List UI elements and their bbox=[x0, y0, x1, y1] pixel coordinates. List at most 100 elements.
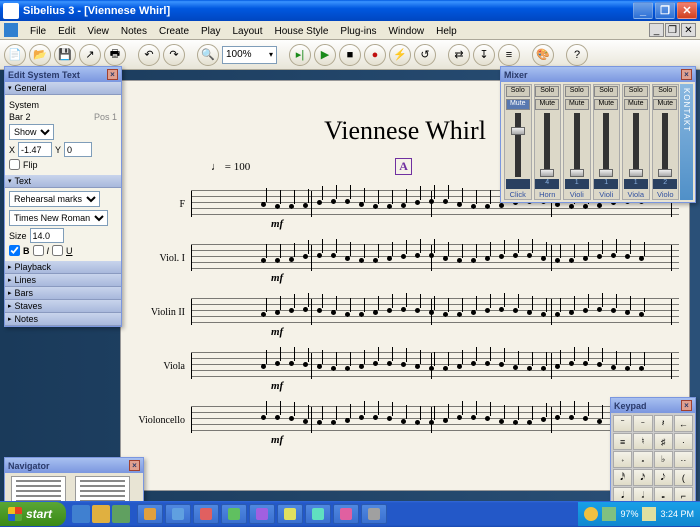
new-button[interactable]: 📄 bbox=[4, 44, 26, 66]
section-bars[interactable]: Bars bbox=[5, 287, 121, 300]
zoom-combo[interactable]: 100% bbox=[222, 46, 277, 64]
open-button[interactable]: 📂 bbox=[29, 44, 51, 66]
solo-button[interactable]: Solo bbox=[565, 86, 589, 97]
save-button[interactable]: 💾 bbox=[54, 44, 76, 66]
section-playback[interactable]: Playback bbox=[5, 261, 121, 274]
fader-track[interactable] bbox=[662, 113, 668, 177]
italic-checkbox[interactable] bbox=[33, 245, 44, 256]
mixer-close-button[interactable]: × bbox=[681, 69, 692, 80]
keypad-button[interactable]: 𝅘𝅥𝅰 bbox=[613, 469, 632, 486]
start-button[interactable]: start bbox=[0, 502, 66, 526]
menu-notes[interactable]: Notes bbox=[115, 24, 153, 39]
keypad-button[interactable]: 𝅗 bbox=[633, 451, 652, 468]
fader-track[interactable] bbox=[633, 113, 639, 177]
keypad-button[interactable]: 𝄽 bbox=[654, 415, 673, 432]
record-button[interactable]: ● bbox=[364, 44, 386, 66]
mute-button[interactable]: Mute bbox=[653, 99, 677, 110]
menu-view[interactable]: View bbox=[81, 24, 115, 39]
color-button[interactable]: 🎨 bbox=[532, 44, 554, 66]
mute-button[interactable]: Mute bbox=[535, 99, 559, 110]
play-button[interactable]: ▶ bbox=[314, 44, 336, 66]
keypad-button[interactable]: ♮ bbox=[633, 433, 652, 450]
menu-help[interactable]: Help bbox=[430, 24, 463, 39]
mute-button[interactable]: Mute bbox=[565, 99, 589, 110]
staff-lines[interactable]: mf bbox=[191, 404, 679, 436]
staff-lines[interactable]: mf bbox=[191, 350, 679, 382]
taskbar-item[interactable] bbox=[221, 504, 247, 524]
fader-thumb[interactable] bbox=[540, 169, 554, 177]
rehearsal-mark[interactable]: A bbox=[395, 158, 412, 175]
section-general[interactable]: General bbox=[5, 82, 121, 95]
solo-button[interactable]: Solo bbox=[653, 86, 677, 97]
taskbar-item[interactable] bbox=[165, 504, 191, 524]
show-select[interactable]: Show bbox=[9, 124, 54, 140]
menu-play[interactable]: Play bbox=[195, 24, 226, 39]
close-button[interactable]: ✕ bbox=[677, 2, 697, 19]
mute-button[interactable]: Mute bbox=[506, 99, 530, 110]
staff-lines[interactable]: mf bbox=[191, 296, 679, 328]
fader-thumb[interactable] bbox=[511, 127, 525, 135]
mixer-header[interactable]: Mixer × bbox=[501, 67, 695, 82]
staff-lines[interactable]: mf bbox=[191, 242, 679, 274]
taskbar-item[interactable] bbox=[305, 504, 331, 524]
menu-plug-ins[interactable]: Plug-ins bbox=[334, 24, 382, 39]
keypad-button[interactable]: 𝄻 bbox=[613, 415, 632, 432]
print-button[interactable]: 🖶 bbox=[104, 44, 126, 66]
fader-track[interactable] bbox=[544, 113, 550, 177]
keypad-button[interactable]: 𝅘𝅥𝅮 bbox=[654, 469, 673, 486]
keypad-button[interactable]: 𝄼 bbox=[633, 415, 652, 432]
fader-thumb[interactable] bbox=[599, 169, 613, 177]
y-input[interactable] bbox=[64, 142, 92, 157]
fader-thumb[interactable] bbox=[658, 169, 672, 177]
section-text[interactable]: Text bbox=[5, 175, 121, 188]
navigator-header[interactable]: Navigator × bbox=[5, 458, 143, 473]
quick-launch-desktop-icon[interactable] bbox=[112, 505, 130, 523]
size-input[interactable] bbox=[30, 228, 64, 243]
edit-panel-close-button[interactable]: × bbox=[107, 69, 118, 80]
taskbar-item[interactable] bbox=[193, 504, 219, 524]
quick-launch-mail-icon[interactable] bbox=[92, 505, 110, 523]
section-staves[interactable]: Staves bbox=[5, 300, 121, 313]
marker-button[interactable]: ↧ bbox=[473, 44, 495, 66]
export-button[interactable]: ↗ bbox=[79, 44, 101, 66]
taskbar-item[interactable] bbox=[333, 504, 359, 524]
fader-thumb[interactable] bbox=[570, 169, 584, 177]
doc-close-button[interactable]: ✕ bbox=[681, 23, 696, 37]
doc-minimize-button[interactable]: _ bbox=[649, 23, 664, 37]
solo-button[interactable]: Solo bbox=[624, 86, 648, 97]
rewind-button[interactable]: ↺ bbox=[414, 44, 436, 66]
fader-thumb[interactable] bbox=[629, 169, 643, 177]
solo-button[interactable]: Solo bbox=[506, 86, 530, 97]
font-select[interactable]: Times New Roman bbox=[9, 210, 108, 226]
link-button[interactable]: ⇄ bbox=[448, 44, 470, 66]
menu-window[interactable]: Window bbox=[383, 24, 431, 39]
tray-icon[interactable] bbox=[602, 507, 616, 521]
zoom-tool-button[interactable]: 🔍 bbox=[197, 44, 219, 66]
mute-button[interactable]: Mute bbox=[594, 99, 618, 110]
help-button[interactable]: ? bbox=[566, 44, 588, 66]
bold-checkbox[interactable] bbox=[9, 245, 20, 256]
flexi-button[interactable]: ⚡ bbox=[389, 44, 411, 66]
menu-house-style[interactable]: House Style bbox=[268, 24, 334, 39]
section-notes[interactable]: Notes bbox=[5, 313, 121, 326]
redo-button[interactable]: ↷ bbox=[163, 44, 185, 66]
undo-button[interactable]: ↶ bbox=[138, 44, 160, 66]
taskbar-item[interactable] bbox=[361, 504, 387, 524]
quick-launch-ie-icon[interactable] bbox=[72, 505, 90, 523]
taskbar-item[interactable] bbox=[249, 504, 275, 524]
nav-button[interactable]: ≡ bbox=[498, 44, 520, 66]
menu-create[interactable]: Create bbox=[153, 24, 195, 39]
navigator-close-button[interactable]: × bbox=[129, 460, 140, 471]
keypad-button[interactable]: 𝅘𝅥𝅯 bbox=[633, 469, 652, 486]
keypad-button[interactable]: ♯ bbox=[654, 433, 673, 450]
stop-button[interactable]: ■ bbox=[339, 44, 361, 66]
flip-checkbox[interactable] bbox=[9, 159, 20, 170]
fader-track[interactable] bbox=[574, 113, 580, 177]
section-lines[interactable]: Lines bbox=[5, 274, 121, 287]
fader-track[interactable] bbox=[515, 113, 521, 177]
mute-button[interactable]: Mute bbox=[624, 99, 648, 110]
text-style-select[interactable]: Rehearsal marks bbox=[9, 191, 100, 207]
keypad-button[interactable]: ← bbox=[674, 415, 693, 432]
keypad-button[interactable]: ≡ bbox=[613, 433, 632, 450]
tray-volume-icon[interactable] bbox=[642, 507, 656, 521]
